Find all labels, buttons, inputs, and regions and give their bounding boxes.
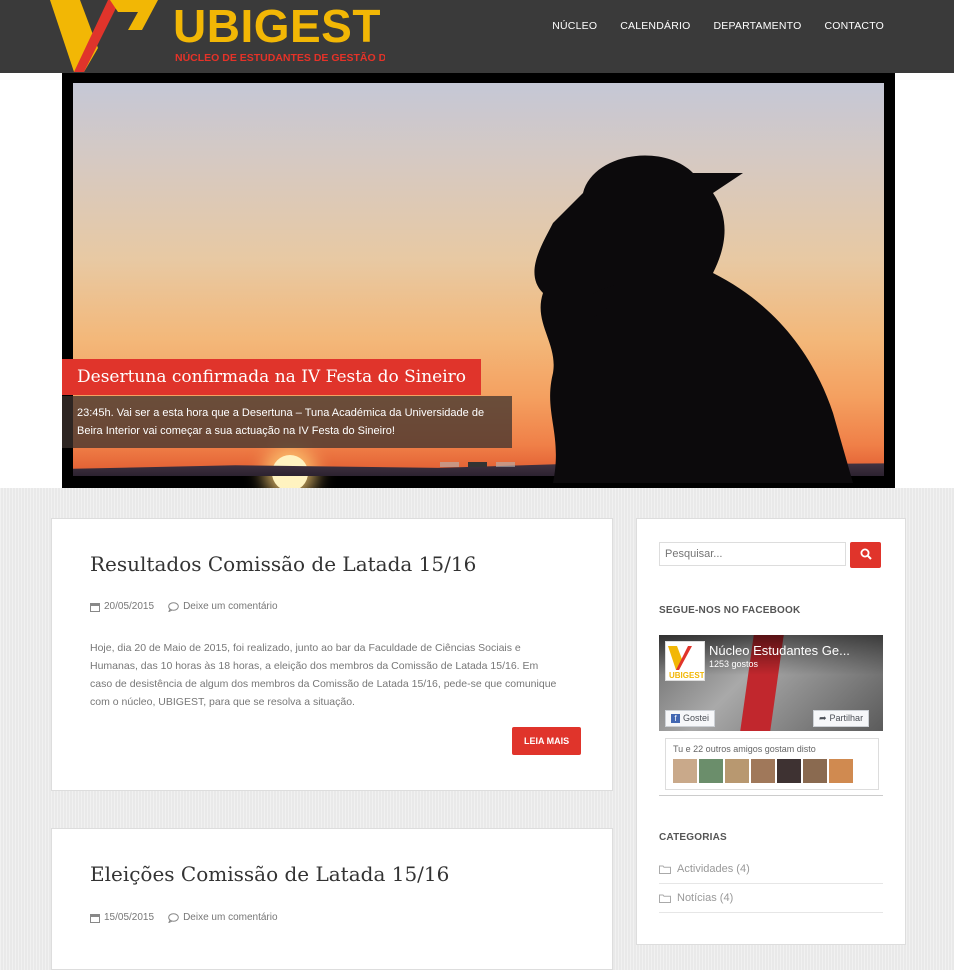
avatar[interactable] bbox=[699, 759, 723, 783]
facebook-likes-count: 1253 gostos bbox=[709, 659, 759, 669]
post-date[interactable]: 20/05/2015 bbox=[104, 601, 154, 612]
category-item[interactable]: Notícias (4) bbox=[659, 884, 883, 913]
facebook-friends-text: Tu e 22 outros amigos gostam disto bbox=[673, 744, 816, 754]
slide-caption: 23:45h. Vai ser a esta hora que a Desert… bbox=[62, 396, 512, 448]
nav-item-nucleo[interactable]: NÚCLEO bbox=[552, 20, 597, 32]
avatar[interactable] bbox=[673, 759, 697, 783]
comment-icon bbox=[168, 601, 179, 612]
comment-link[interactable]: Deixe um comentário bbox=[183, 601, 277, 612]
post-date[interactable]: 15/05/2015 bbox=[104, 912, 154, 923]
post-title[interactable]: Eleições Comissão de Latada 15/16 bbox=[90, 862, 449, 886]
category-item[interactable]: Actividades (4) bbox=[659, 855, 883, 884]
site-header: UBIGEST NÚCLEO DE ESTUDANTES DE GESTÃO D… bbox=[0, 0, 954, 73]
person-silhouette bbox=[534, 155, 853, 483]
main-nav: NÚCLEO CALENDÁRIO DEPARTAMENTO CONTACTO bbox=[552, 20, 884, 32]
post-meta: 20/05/2015 Deixe um comentário bbox=[90, 601, 278, 612]
slider-dot-2[interactable] bbox=[468, 462, 487, 467]
avatar[interactable] bbox=[829, 759, 853, 783]
svg-text:UBIGEST: UBIGEST bbox=[669, 671, 704, 680]
avatar[interactable] bbox=[803, 759, 827, 783]
facebook-widget-title: SEGUE-NOS NO FACEBOOK bbox=[659, 605, 801, 616]
friend-avatars bbox=[673, 759, 853, 783]
category-label[interactable]: Actividades (4) bbox=[677, 863, 750, 875]
post-card: Resultados Comissão de Latada 15/16 20/0… bbox=[51, 518, 613, 791]
comment-icon bbox=[168, 912, 179, 923]
read-more-button[interactable]: LEIA MAIS bbox=[512, 727, 582, 755]
avatar[interactable] bbox=[751, 759, 775, 783]
post-excerpt: Hoje, dia 20 de Maio de 2015, foi realiz… bbox=[90, 642, 557, 708]
slider-dots bbox=[440, 462, 515, 467]
facebook-share-button[interactable]: ➦ Partilhar bbox=[813, 710, 870, 727]
search-icon bbox=[860, 548, 872, 560]
slide-title[interactable]: Desertuna confirmada na IV Festa do Sine… bbox=[62, 359, 482, 395]
sidebar: SEGUE-NOS NO FACEBOOK UBIGEST Núcleo Est… bbox=[636, 518, 906, 945]
logo-text[interactable]: UBIGEST bbox=[173, 0, 381, 54]
calendar-icon bbox=[90, 913, 100, 923]
search-button[interactable] bbox=[850, 542, 881, 568]
facebook-friends-box: Tu e 22 outros amigos gostam disto bbox=[665, 738, 879, 790]
post-card: Eleições Comissão de Latada 15/16 15/05/… bbox=[51, 828, 613, 970]
folder-icon bbox=[659, 865, 671, 874]
facebook-share-label: Partilhar bbox=[829, 713, 864, 723]
category-label[interactable]: Notícias (4) bbox=[677, 892, 733, 904]
facebook-page-name[interactable]: Núcleo Estudantes Ge... bbox=[709, 643, 850, 658]
search-input[interactable] bbox=[659, 542, 846, 566]
avatar[interactable] bbox=[725, 759, 749, 783]
post-meta: 15/05/2015 Deixe um comentário bbox=[90, 912, 278, 923]
comment-link[interactable]: Deixe um comentário bbox=[183, 912, 277, 923]
slider-dot-1[interactable] bbox=[440, 462, 459, 467]
logo-v-icon: UBIGEST bbox=[668, 646, 705, 680]
logo-subtitle: NÚCLEO DE ESTUDANTES DE GESTÃO DA UBI bbox=[175, 52, 385, 64]
logo-v-icon[interactable] bbox=[50, 0, 168, 72]
nav-item-departamento[interactable]: DEPARTAMENTO bbox=[713, 20, 801, 32]
post-title[interactable]: Resultados Comissão de Latada 15/16 bbox=[90, 552, 476, 576]
facebook-page-logo[interactable]: UBIGEST bbox=[665, 641, 705, 681]
facebook-like-label: Gostei bbox=[683, 713, 710, 723]
share-icon: ➦ bbox=[819, 713, 827, 723]
facebook-icon: f bbox=[671, 714, 680, 723]
calendar-icon bbox=[90, 602, 100, 612]
featured-slider[interactable]: Desertuna confirmada na IV Festa do Sine… bbox=[62, 73, 895, 488]
categories-widget-title: CATEGORIAS bbox=[659, 832, 727, 843]
slider-dot-3[interactable] bbox=[496, 462, 515, 467]
facebook-page-plugin[interactable]: UBIGEST Núcleo Estudantes Ge... 1253 gos… bbox=[659, 635, 883, 796]
nav-item-calendario[interactable]: CALENDÁRIO bbox=[620, 20, 690, 32]
avatar[interactable] bbox=[777, 759, 801, 783]
nav-item-contacto[interactable]: CONTACTO bbox=[824, 20, 884, 32]
folder-icon bbox=[659, 894, 671, 903]
facebook-like-button[interactable]: f Gostei bbox=[665, 710, 716, 727]
